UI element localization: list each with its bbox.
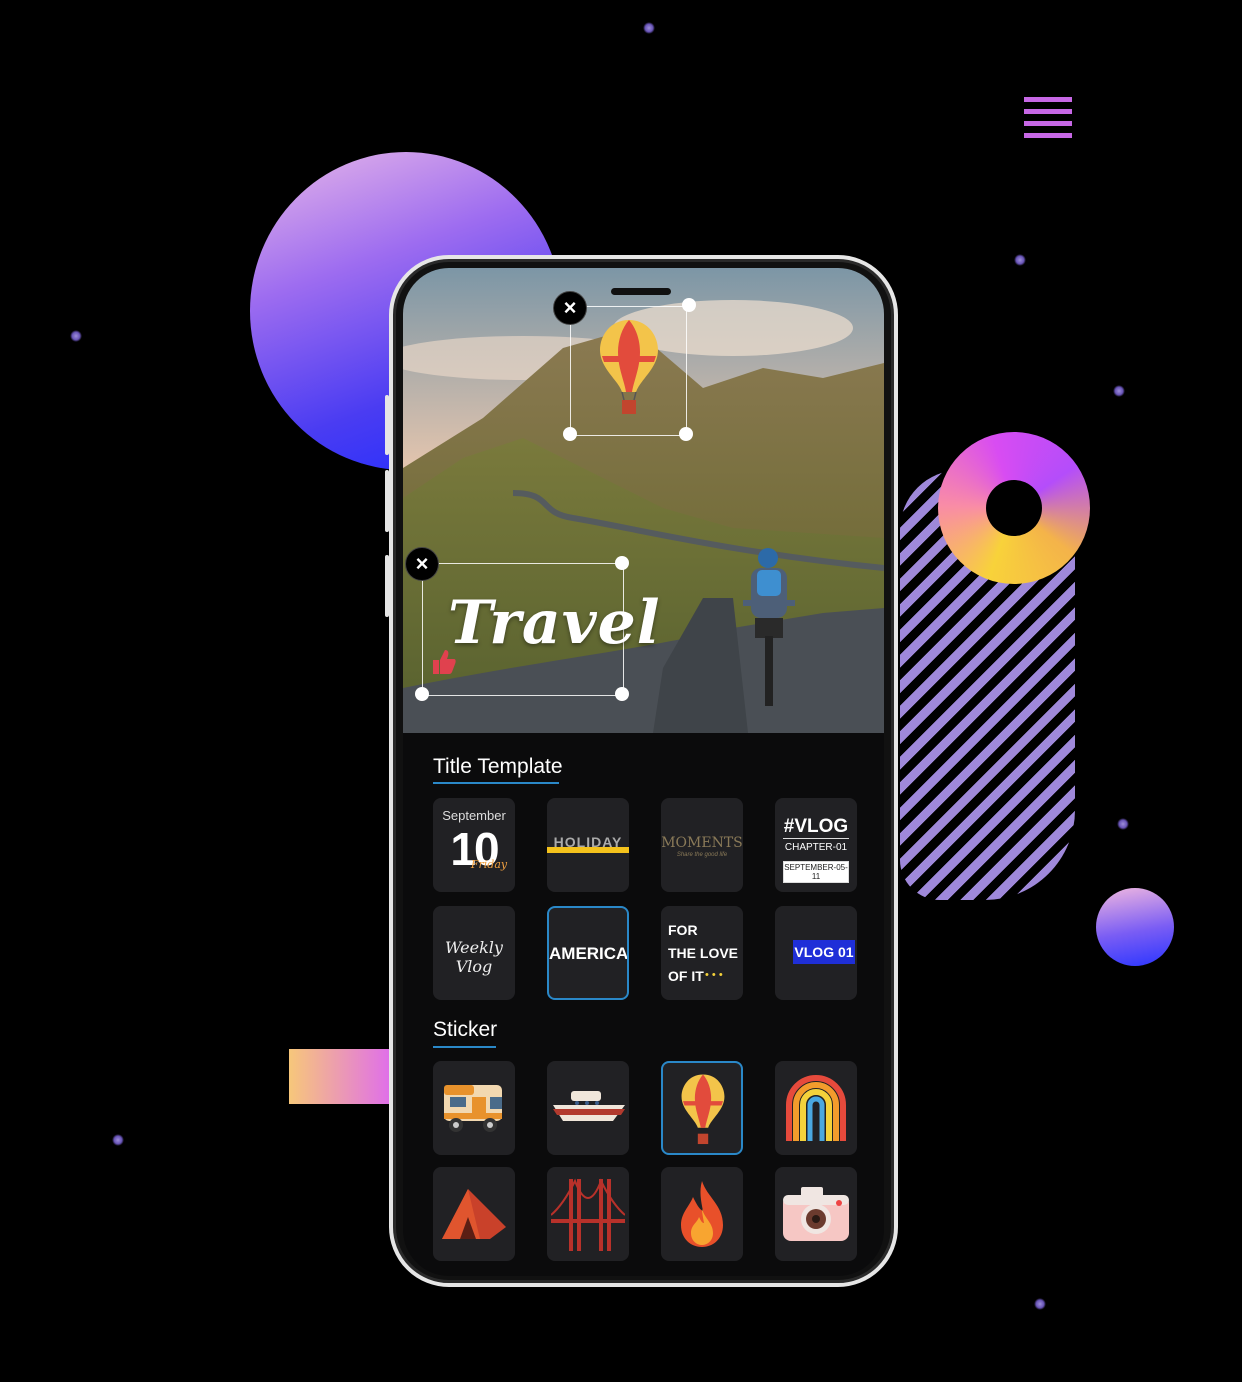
sticker-boat[interactable] bbox=[547, 1061, 629, 1155]
hot-air-balloon-icon bbox=[681, 1074, 725, 1145]
resize-handle[interactable] bbox=[615, 687, 629, 701]
sparkle-icon bbox=[1117, 818, 1129, 830]
phone-side-button bbox=[385, 555, 389, 617]
sticker-rainbow[interactable] bbox=[775, 1061, 857, 1155]
app-screen: × Travel × Title Template September 10 F… bbox=[403, 268, 884, 1276]
sparkle-icon bbox=[70, 330, 82, 342]
sticker-underline bbox=[433, 1046, 496, 1048]
resize-handle[interactable] bbox=[563, 427, 577, 441]
remove-balloon-close-icon[interactable]: × bbox=[553, 291, 587, 325]
sparkle-icon bbox=[1034, 1298, 1046, 1310]
camera-icon bbox=[783, 1187, 849, 1241]
sticker-fire[interactable] bbox=[661, 1167, 743, 1261]
sticker-camper-van[interactable] bbox=[433, 1061, 515, 1155]
sparkle-icon bbox=[1113, 385, 1125, 397]
divider bbox=[783, 838, 849, 839]
tent-icon bbox=[442, 1189, 506, 1239]
boat-icon bbox=[553, 1091, 625, 1121]
sticker-golden-gate-bridge[interactable] bbox=[547, 1167, 629, 1261]
template-holiday[interactable]: HOLIDAY bbox=[547, 798, 629, 892]
rainbow-icon bbox=[786, 1075, 846, 1141]
template-for-the-love[interactable]: FOR THE LOVE OF IT • • • bbox=[661, 906, 743, 1000]
sticker-tent[interactable] bbox=[433, 1167, 515, 1261]
sparkle-icon bbox=[1014, 254, 1026, 266]
decorative-gradient-ring bbox=[938, 432, 1090, 584]
template-september-10[interactable]: September 10 Friday bbox=[433, 798, 515, 892]
title-template-underline bbox=[433, 782, 559, 784]
resize-handle[interactable] bbox=[615, 556, 629, 570]
template-america[interactable]: AMERICA bbox=[547, 906, 629, 1000]
template-weekly-vlog[interactable]: Weekly Vlog bbox=[433, 906, 515, 1000]
sparkle-icon bbox=[643, 22, 655, 34]
resize-handle[interactable] bbox=[682, 298, 696, 312]
fire-icon bbox=[681, 1181, 723, 1247]
sticker-hot-air-balloon[interactable] bbox=[661, 1061, 743, 1155]
template-vlog-01[interactable]: VLOG 01 bbox=[775, 906, 857, 1000]
sparkle-icon bbox=[112, 1134, 124, 1146]
sticker-camera[interactable] bbox=[775, 1167, 857, 1261]
phone-side-button bbox=[385, 395, 389, 455]
title-template-heading: Title Template bbox=[433, 755, 563, 778]
holiday-yellow-bar bbox=[547, 847, 629, 853]
hot-air-balloon-icon[interactable] bbox=[598, 318, 660, 418]
sticker-heading: Sticker bbox=[433, 1018, 498, 1041]
photo-canvas[interactable]: × Travel × bbox=[403, 268, 884, 733]
phone-side-button bbox=[894, 450, 898, 550]
resize-handle[interactable] bbox=[415, 687, 429, 701]
phone-side-button bbox=[385, 470, 389, 532]
thumbs-up-icon bbox=[433, 650, 456, 674]
decorative-stripes-icon bbox=[1024, 97, 1072, 145]
decorative-gradient-bar bbox=[289, 1049, 389, 1104]
phone-notch bbox=[611, 288, 671, 295]
decorative-small-circle bbox=[1096, 888, 1174, 966]
resize-handle[interactable] bbox=[679, 427, 693, 441]
canvas-title-text[interactable]: Travel bbox=[448, 588, 661, 658]
camper-van-icon bbox=[444, 1085, 502, 1132]
golden-gate-bridge-icon bbox=[551, 1178, 625, 1251]
remove-title-close-icon[interactable]: × bbox=[405, 547, 439, 581]
template-moments[interactable]: MOMENTS Share the good life bbox=[661, 798, 743, 892]
template-vlog-chapter[interactable]: #VLOG CHAPTER-01 SEPTEMBER-05-11 bbox=[775, 798, 857, 892]
